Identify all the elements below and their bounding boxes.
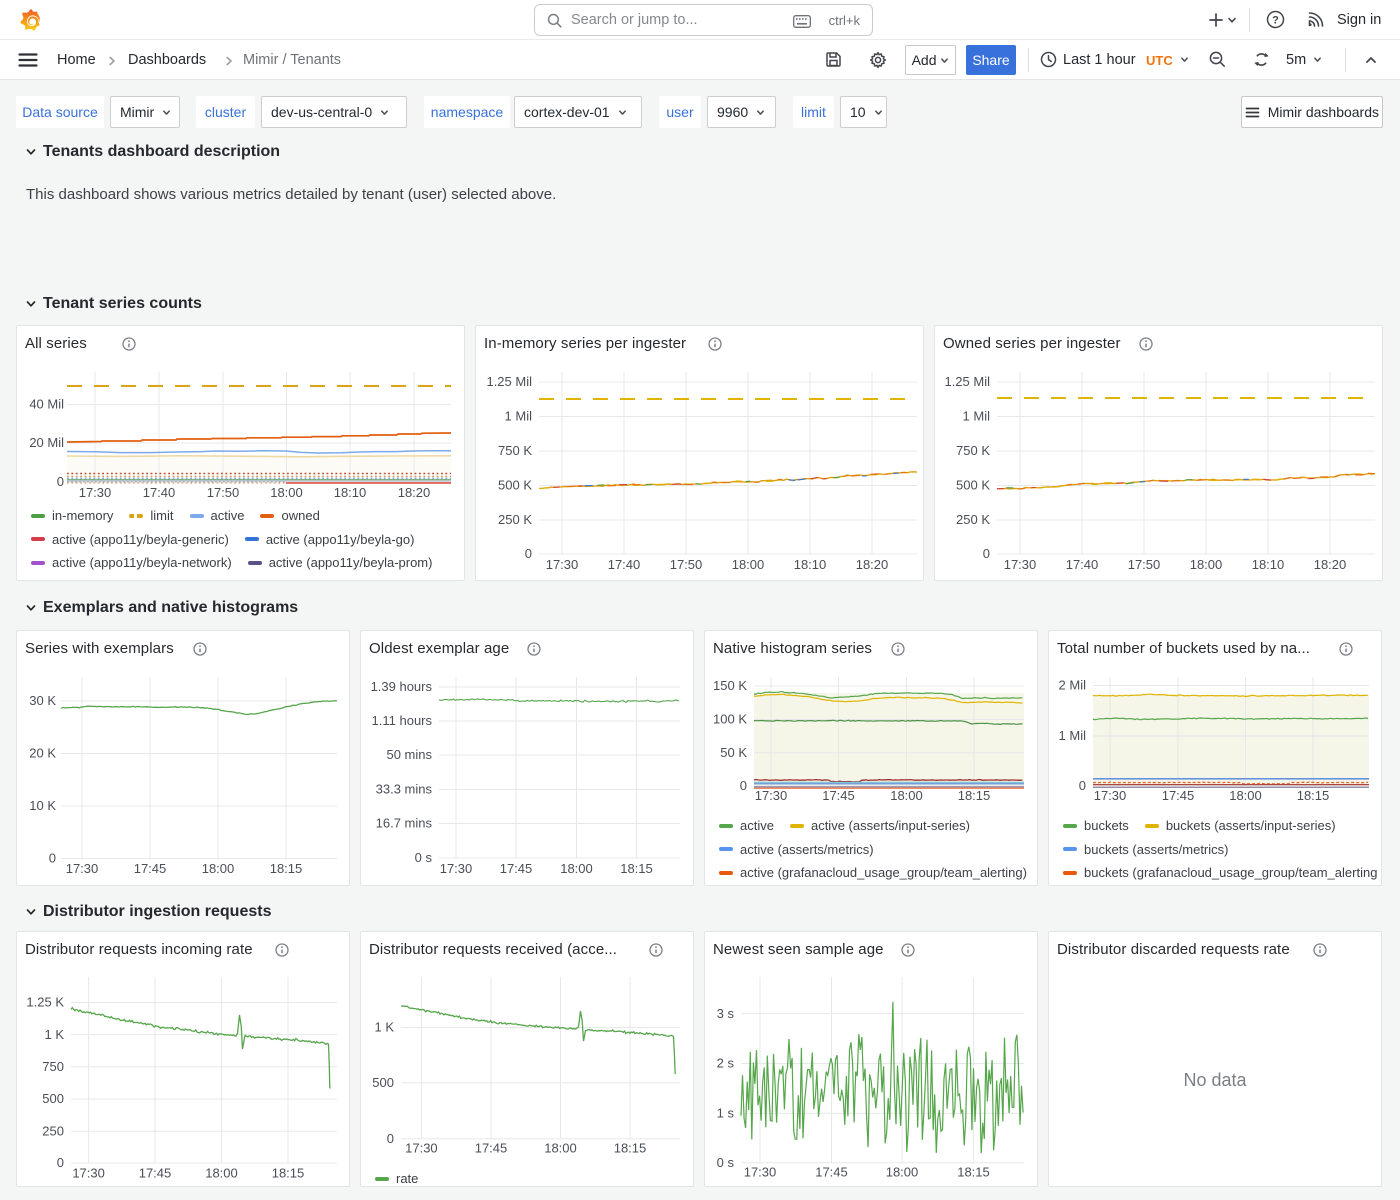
svg-text:250 K: 250 K xyxy=(956,512,990,527)
svg-text:1 Mil: 1 Mil xyxy=(1059,728,1087,743)
svg-text:40 Mil: 40 Mil xyxy=(29,397,64,412)
svg-text:18:15: 18:15 xyxy=(614,1141,647,1156)
svg-text:18:20: 18:20 xyxy=(398,485,431,500)
svg-text:500 K: 500 K xyxy=(956,478,990,493)
svg-text:17:50: 17:50 xyxy=(670,557,703,572)
svg-text:17:30: 17:30 xyxy=(66,861,99,876)
svg-text:250 K: 250 K xyxy=(498,512,532,527)
svg-text:18:15: 18:15 xyxy=(270,861,303,876)
svg-text:100 K: 100 K xyxy=(713,712,747,727)
svg-text:0: 0 xyxy=(57,1155,64,1170)
svg-text:16.7 mins: 16.7 mins xyxy=(376,816,433,831)
svg-text:18:20: 18:20 xyxy=(1314,557,1347,572)
svg-text:500: 500 xyxy=(42,1091,64,1106)
svg-text:1.39 hours: 1.39 hours xyxy=(371,679,433,694)
svg-text:17:30: 17:30 xyxy=(1004,557,1037,572)
svg-text:17:30: 17:30 xyxy=(755,788,788,803)
svg-text:17:30: 17:30 xyxy=(72,1166,105,1181)
svg-text:0 s: 0 s xyxy=(415,850,433,865)
svg-text:18:15: 18:15 xyxy=(957,1165,990,1180)
svg-text:750 K: 750 K xyxy=(498,443,532,458)
svg-text:2 s: 2 s xyxy=(717,1056,735,1071)
svg-text:0: 0 xyxy=(525,546,532,561)
svg-text:750: 750 xyxy=(42,1059,64,1074)
svg-text:20 Mil: 20 Mil xyxy=(29,435,64,450)
svg-text:17:45: 17:45 xyxy=(475,1141,508,1156)
svg-text:17:30: 17:30 xyxy=(1094,788,1127,803)
svg-text:750 K: 750 K xyxy=(956,443,990,458)
svg-text:18:10: 18:10 xyxy=(794,557,827,572)
svg-text:17:45: 17:45 xyxy=(815,1165,848,1180)
svg-text:1 Mil: 1 Mil xyxy=(505,409,533,424)
svg-text:33.3 mins: 33.3 mins xyxy=(376,782,433,797)
svg-text:10 K: 10 K xyxy=(29,798,56,813)
svg-text:150 K: 150 K xyxy=(713,678,747,693)
svg-text:0: 0 xyxy=(387,1131,394,1146)
svg-text:0: 0 xyxy=(983,546,990,561)
svg-text:0: 0 xyxy=(740,778,747,793)
svg-text:18:10: 18:10 xyxy=(1252,557,1285,572)
svg-text:17:40: 17:40 xyxy=(608,557,641,572)
svg-text:17:30: 17:30 xyxy=(405,1141,438,1156)
svg-text:18:00: 18:00 xyxy=(1190,557,1223,572)
svg-text:250: 250 xyxy=(42,1124,64,1139)
svg-text:1.11 hours: 1.11 hours xyxy=(372,713,433,728)
svg-text:17:30: 17:30 xyxy=(744,1165,777,1180)
svg-text:50 mins: 50 mins xyxy=(386,747,432,762)
svg-text:1 Mil: 1 Mil xyxy=(963,409,991,424)
svg-text:50 K: 50 K xyxy=(720,745,747,760)
svg-text:1.25 Mil: 1.25 Mil xyxy=(944,374,990,389)
svg-text:0 s: 0 s xyxy=(717,1155,735,1170)
svg-text:1.25 K: 1.25 K xyxy=(26,995,64,1010)
svg-text:0: 0 xyxy=(1079,778,1086,793)
svg-text:18:15: 18:15 xyxy=(958,788,991,803)
svg-text:17:40: 17:40 xyxy=(1066,557,1099,572)
svg-text:17:40: 17:40 xyxy=(143,485,176,500)
svg-text:1 s: 1 s xyxy=(717,1106,735,1121)
svg-text:30 K: 30 K xyxy=(29,693,56,708)
svg-text:17:45: 17:45 xyxy=(139,1166,172,1181)
svg-text:18:00: 18:00 xyxy=(205,1166,238,1181)
svg-text:2 Mil: 2 Mil xyxy=(1059,678,1087,693)
svg-text:1 K: 1 K xyxy=(374,1020,394,1035)
svg-text:18:15: 18:15 xyxy=(620,861,653,876)
svg-text:18:00: 18:00 xyxy=(886,1165,919,1180)
svg-text:18:20: 18:20 xyxy=(856,557,889,572)
svg-text:17:50: 17:50 xyxy=(207,485,240,500)
svg-text:18:15: 18:15 xyxy=(272,1166,305,1181)
svg-text:0: 0 xyxy=(57,474,64,489)
svg-text:18:00: 18:00 xyxy=(270,485,303,500)
svg-text:18:15: 18:15 xyxy=(1297,788,1330,803)
svg-text:17:45: 17:45 xyxy=(134,861,167,876)
svg-text:?: ? xyxy=(1272,14,1279,26)
svg-text:17:45: 17:45 xyxy=(500,861,533,876)
svg-text:18:00: 18:00 xyxy=(202,861,235,876)
svg-text:17:30: 17:30 xyxy=(546,557,579,572)
svg-text:18:00: 18:00 xyxy=(560,861,593,876)
svg-text:18:00: 18:00 xyxy=(1229,788,1262,803)
svg-text:0: 0 xyxy=(49,851,56,866)
svg-text:500: 500 xyxy=(372,1075,394,1090)
svg-text:17:30: 17:30 xyxy=(79,485,112,500)
svg-text:17:30: 17:30 xyxy=(440,861,473,876)
svg-text:17:45: 17:45 xyxy=(1162,788,1195,803)
svg-text:18:00: 18:00 xyxy=(732,557,765,572)
svg-text:17:50: 17:50 xyxy=(1128,557,1161,572)
svg-text:1 K: 1 K xyxy=(44,1027,64,1042)
svg-text:3 s: 3 s xyxy=(717,1006,735,1021)
svg-text:18:00: 18:00 xyxy=(890,788,923,803)
svg-text:17:45: 17:45 xyxy=(822,788,855,803)
svg-text:1.25 Mil: 1.25 Mil xyxy=(486,374,532,389)
svg-text:18:10: 18:10 xyxy=(334,485,367,500)
svg-text:18:00: 18:00 xyxy=(544,1141,577,1156)
svg-text:500 K: 500 K xyxy=(498,478,532,493)
svg-text:20 K: 20 K xyxy=(29,746,56,761)
